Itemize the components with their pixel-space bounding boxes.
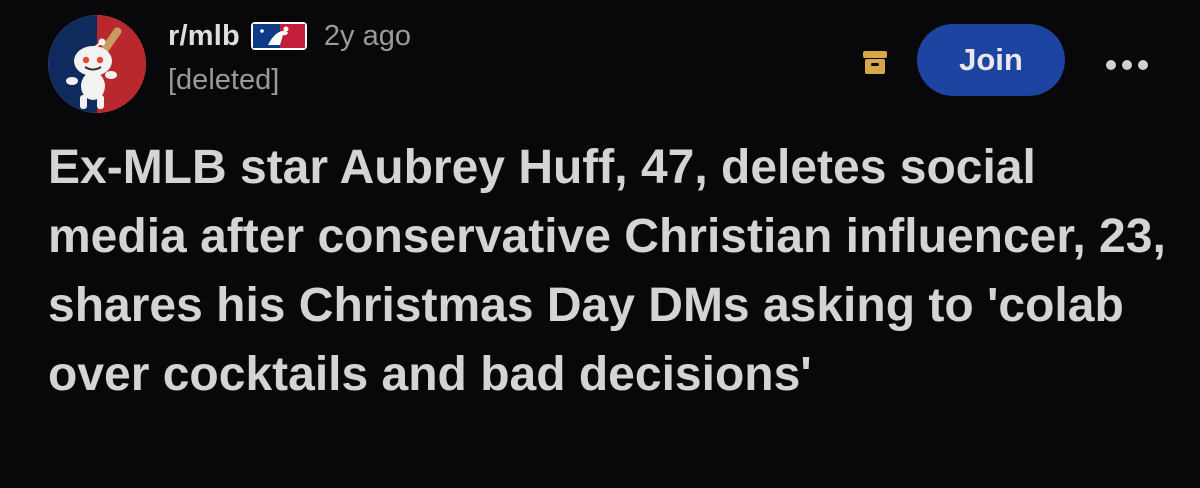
post-meta: r/mlb 2y ago [deleted] (168, 14, 411, 97)
post-author: [deleted] (168, 64, 280, 96)
post-time: 2y ago (323, 19, 411, 52)
mlb-logo-flair-icon (250, 21, 308, 51)
post-header: r/mlb 2y ago [deleted] Join (48, 10, 1168, 115)
subreddit-name[interactable]: r/mlb (168, 20, 240, 53)
archive-icon[interactable] (860, 47, 890, 77)
post-title[interactable]: Ex-MLB star Aubrey Huff, 47, deletes soc… (48, 133, 1168, 409)
join-button[interactable]: Join (917, 24, 1065, 96)
more-options-icon[interactable] (1104, 58, 1150, 72)
meta-row: r/mlb 2y ago (168, 14, 411, 58)
snoo-baseball-icon (48, 15, 146, 113)
subreddit-avatar[interactable] (48, 15, 146, 113)
